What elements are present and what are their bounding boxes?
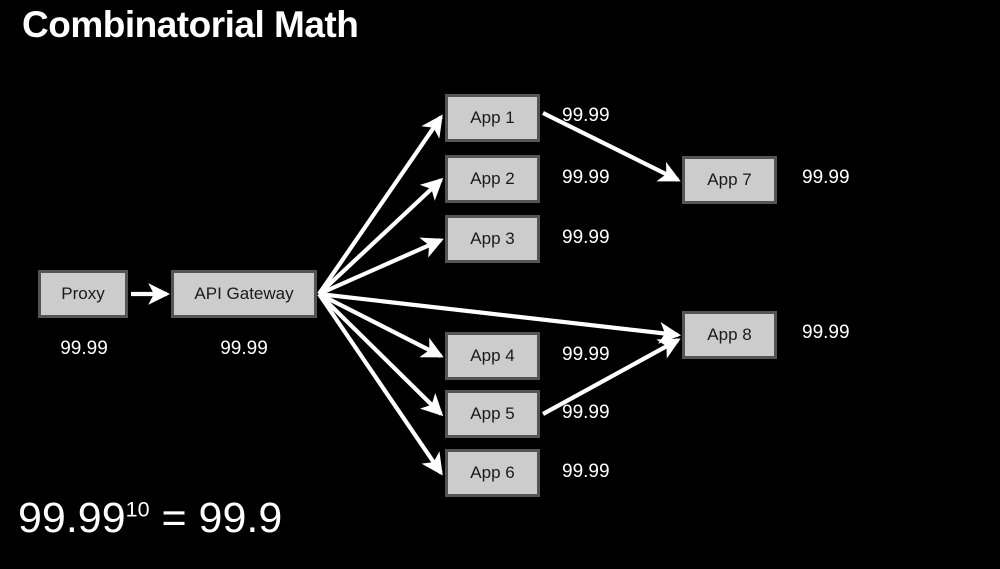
node-app5[interactable]: App 5 xyxy=(445,390,540,438)
slide-canvas: Combinatorial Math Proxy API Gateway App 1… xyxy=(0,0,1000,569)
sla-proxy: 99.99 xyxy=(60,338,108,359)
node-proxy[interactable]: Proxy xyxy=(38,270,128,318)
node-app1[interactable]: App 1 xyxy=(445,94,540,142)
sla-app1: 99.99 xyxy=(562,105,610,126)
arrow-gateway-to-app8 xyxy=(318,291,682,344)
node-api-gateway[interactable]: API Gateway xyxy=(171,270,317,318)
sla-app3: 99.99 xyxy=(562,227,610,248)
node-app2[interactable]: App 2 xyxy=(445,155,540,203)
node-app6[interactable]: App 6 xyxy=(445,449,540,497)
sla-app5: 99.99 xyxy=(562,402,610,423)
sla-app8: 99.99 xyxy=(802,322,850,343)
sla-app4: 99.99 xyxy=(562,344,610,365)
availability-formula: 99.9910 = 99.9 xyxy=(18,494,282,543)
arrow-gateway-to-app6 xyxy=(317,292,443,476)
node-app7[interactable]: App 7 xyxy=(682,156,777,204)
sla-api-gateway: 99.99 xyxy=(220,338,268,359)
sla-app7: 99.99 xyxy=(802,167,850,188)
arrow-gateway-to-app2 xyxy=(317,177,444,296)
arrow-gateway-to-app4 xyxy=(318,292,444,358)
arrow-gateway-to-app1 xyxy=(317,114,443,296)
sla-app2: 99.99 xyxy=(562,167,610,188)
arrow-gateway-to-app5 xyxy=(317,292,444,417)
formula-exponent: 10 xyxy=(125,497,150,522)
sla-app6: 99.99 xyxy=(562,461,610,482)
page-title: Combinatorial Math xyxy=(22,4,359,45)
node-app8[interactable]: App 8 xyxy=(682,311,777,359)
formula-base: 99.99 xyxy=(18,494,126,542)
formula-equals: = xyxy=(149,494,199,542)
node-app4[interactable]: App 4 xyxy=(445,332,540,380)
arrow-gateway-to-app3 xyxy=(318,237,444,296)
node-app3[interactable]: App 3 xyxy=(445,215,540,263)
formula-result: 99.9 xyxy=(198,494,283,542)
